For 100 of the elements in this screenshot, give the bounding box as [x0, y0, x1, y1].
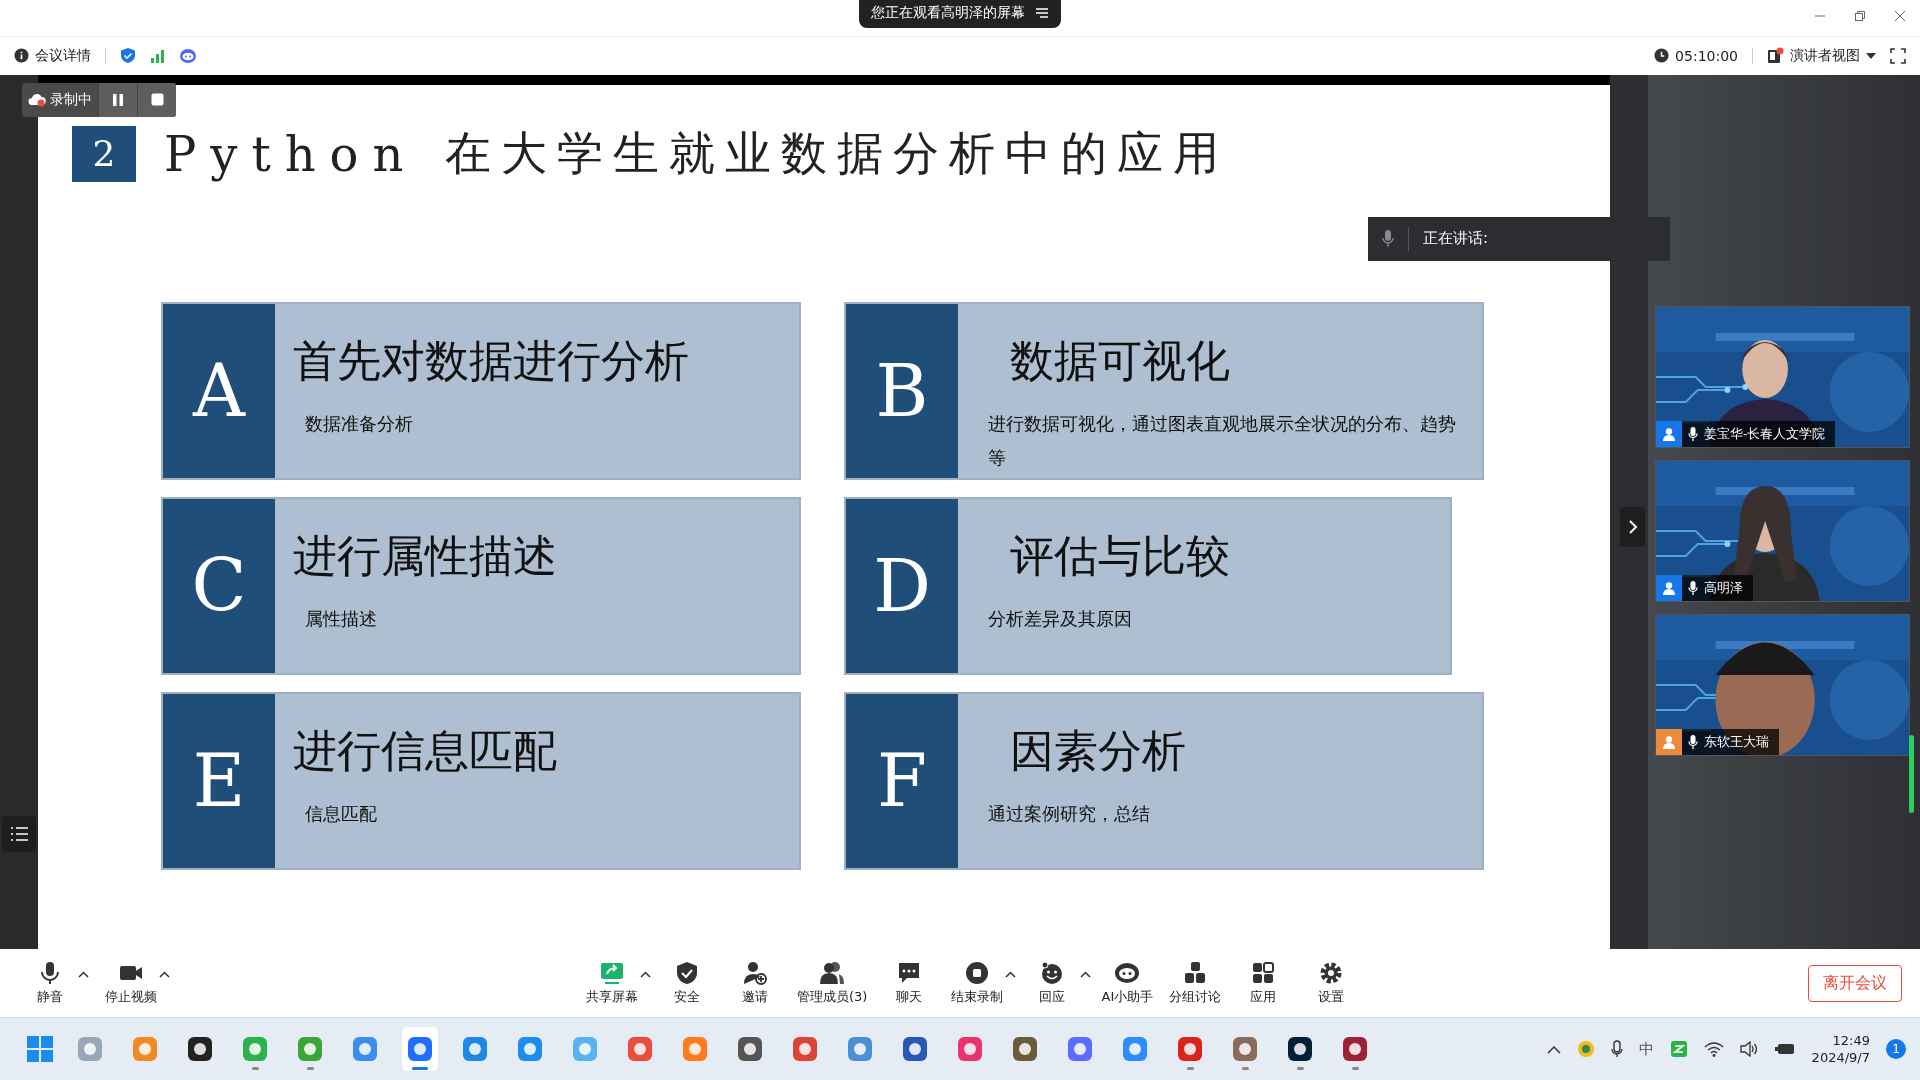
card-letter: D — [846, 498, 958, 673]
mic-icon — [1688, 426, 1698, 441]
pause-button[interactable] — [98, 82, 137, 117]
leave-meeting-button[interactable]: 离开会议 — [1808, 964, 1902, 1002]
clock-icon — [1654, 48, 1670, 64]
windows-icon[interactable] — [27, 1036, 53, 1063]
caret-icon[interactable] — [640, 970, 651, 978]
app-icon — [242, 1036, 268, 1063]
toolbar-button[interactable]: 邀请 — [723, 958, 787, 1008]
caret-icon — [1866, 52, 1876, 59]
tray-app-icon[interactable] — [1576, 1040, 1595, 1059]
participant-name: 东软王大瑞 — [1704, 732, 1769, 751]
card-text: 信息匹配 — [304, 802, 378, 826]
app-icon — [957, 1036, 983, 1063]
fullscreen-icon[interactable] — [1890, 47, 1906, 64]
toolbar-button[interactable]: 静音 — [18, 958, 82, 1008]
shield-icon — [674, 960, 700, 985]
toolbar-button[interactable]: AI小助手 — [1095, 958, 1160, 1008]
app-icon — [77, 1036, 103, 1063]
toolbar-button[interactable]: 聊天 — [877, 958, 942, 1008]
app-icon — [627, 1036, 653, 1063]
cloud-icon — [28, 92, 46, 107]
card-heading: 首先对数据进行分析 — [293, 334, 689, 387]
toolbar-button[interactable]: 安全 — [655, 958, 719, 1008]
restore-icon[interactable] — [1854, 10, 1866, 22]
toolbar-button[interactable]: 共享屏幕 — [580, 958, 644, 1008]
tray-app-icon[interactable] — [1669, 1040, 1688, 1059]
taskbar-clock[interactable]: 12:49 2024/9/7 — [1811, 1032, 1870, 1067]
signal-icon[interactable] — [150, 48, 165, 63]
card-letter: C — [163, 498, 275, 673]
card-letter: B — [846, 303, 958, 478]
app-icon — [737, 1036, 763, 1063]
card-text: 数据准备分析 — [304, 412, 414, 436]
collapse-button[interactable] — [1620, 506, 1645, 547]
screen-share-banner[interactable]: 您正在观看高明泽的屏幕 — [859, 0, 1061, 28]
meeting-details-button[interactable]: 会议详情 — [14, 46, 91, 65]
volume-icon[interactable] — [1739, 1041, 1758, 1058]
layout-icon — [1767, 47, 1784, 65]
app-icon — [1342, 1036, 1368, 1063]
card-text: 分析差异及其原因 — [987, 607, 1133, 631]
mic-icon — [1688, 580, 1698, 595]
recording-label: 录制中 — [50, 90, 92, 109]
info-icon — [14, 48, 29, 64]
microphone-icon[interactable] — [1610, 1040, 1623, 1059]
meeting-timer: 05:10:00 — [1654, 47, 1738, 64]
app-icon — [572, 1036, 598, 1063]
card-text: 进行数据可视化，通过图表直观地展示全状况的分布、趋势等 — [987, 412, 1457, 470]
toolbar-button[interactable]: 分组讨论 — [1163, 958, 1228, 1008]
video-tile[interactable]: 东软王大瑞 — [1655, 613, 1910, 756]
stop-icon — [150, 93, 164, 107]
toolbar-button[interactable]: 停止视频 — [99, 958, 163, 1008]
robot-icon[interactable] — [179, 47, 197, 64]
battery-icon[interactable] — [1773, 1042, 1796, 1057]
caret-icon[interactable] — [1005, 970, 1017, 978]
card-letter: E — [163, 693, 275, 868]
shield-icon[interactable] — [120, 47, 136, 65]
card-letter: A — [163, 303, 275, 478]
chevron-icon — [1627, 518, 1638, 535]
video-tile[interactable]: 姜宝华-长春人文学院 — [1655, 305, 1910, 448]
app-icon — [1232, 1036, 1258, 1063]
menu-icon — [1035, 7, 1049, 19]
app-icon — [682, 1036, 708, 1063]
caret-icon[interactable] — [1080, 970, 1092, 978]
app-icon — [902, 1036, 928, 1063]
card-heading: 进行属性描述 — [293, 529, 557, 582]
wifi-icon[interactable] — [1703, 1041, 1724, 1058]
app-icon — [462, 1036, 488, 1063]
app-icon — [792, 1036, 818, 1063]
stop-button[interactable] — [137, 82, 176, 117]
app-icon — [1122, 1036, 1148, 1063]
app-icon — [1012, 1036, 1038, 1063]
close-icon[interactable] — [1894, 10, 1906, 22]
caret-icon[interactable] — [159, 970, 170, 978]
scrollbar-thumb[interactable] — [1909, 734, 1914, 813]
toolbar-button[interactable]: 设置 — [1299, 958, 1364, 1008]
add-person-icon — [742, 960, 768, 985]
grid-icon — [1250, 960, 1277, 985]
chevron-up-icon[interactable] — [1546, 1044, 1561, 1054]
caret-icon[interactable] — [78, 970, 89, 978]
list-icon — [9, 825, 29, 842]
toolbar-button[interactable]: 结束录制 — [945, 958, 1010, 1008]
toolbar-button[interactable]: 回应 — [1020, 958, 1085, 1008]
card-text: 属性描述 — [304, 607, 378, 631]
app-icon — [1067, 1036, 1093, 1063]
app-icon — [847, 1036, 873, 1063]
people-icon — [819, 960, 846, 985]
card-heading: 因素分析 — [1009, 724, 1186, 777]
pause-icon — [112, 92, 124, 107]
notification-badge[interactable]: 1 — [1886, 1039, 1906, 1060]
video-tile[interactable]: 高明泽 — [1655, 459, 1910, 602]
toolbar-button[interactable]: 应用 — [1231, 958, 1296, 1008]
card-heading: 评估与比较 — [1009, 529, 1230, 582]
card-heading: 数据可视化 — [1009, 334, 1231, 387]
app-icon — [132, 1036, 158, 1063]
app-icon — [187, 1036, 213, 1063]
toolbar-button[interactable]: 管理成员(3) — [791, 958, 874, 1008]
input-method-indicator[interactable]: 中 — [1638, 1039, 1654, 1059]
view-mode-dropdown[interactable]: 演讲者视图 — [1767, 46, 1876, 65]
participant-name: 高明泽 — [1704, 578, 1743, 597]
outline-button[interactable] — [2, 815, 36, 852]
